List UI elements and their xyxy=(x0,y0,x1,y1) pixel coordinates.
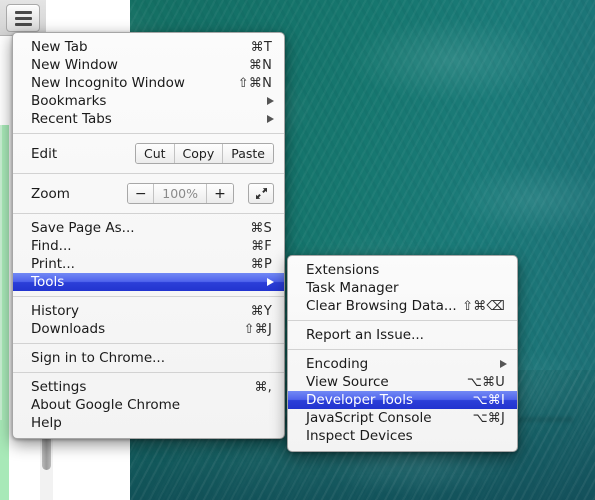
menu-item-sign-in-to-chrome[interactable]: Sign in to Chrome... xyxy=(13,349,284,367)
menu-separator xyxy=(13,133,284,134)
page-green-accent-strip xyxy=(0,125,9,420)
chrome-menu-button[interactable] xyxy=(6,4,40,32)
menu-item-label: Print... xyxy=(31,256,75,272)
submenu-item-view-source[interactable]: View Source ⌥⌘U xyxy=(288,373,517,391)
menu-item-label: Encoding xyxy=(306,356,369,372)
menu-item-label: JavaScript Console xyxy=(306,410,432,426)
zoom-level-value: 100% xyxy=(154,184,207,203)
menu-item-shortcut: ⌘P xyxy=(250,256,272,272)
menu-item-new-tab[interactable]: New Tab ⌘T xyxy=(13,38,284,56)
fullscreen-button[interactable] xyxy=(248,183,274,204)
page-green-accent-strip-lower xyxy=(0,420,9,500)
menu-item-settings[interactable]: Settings ⌘, xyxy=(13,378,284,396)
menu-separator xyxy=(13,296,284,297)
menu-item-new-window[interactable]: New Window ⌘N xyxy=(13,56,284,74)
menu-item-label: Task Manager xyxy=(306,280,399,296)
menu-item-label: New Window xyxy=(31,57,118,73)
submenu-item-clear-browsing-data[interactable]: Clear Browsing Data... ⇧⌘⌫ xyxy=(288,297,517,315)
menu-item-shortcut: ⇧⌘J xyxy=(243,321,272,337)
menu-item-shortcut: ⌘T xyxy=(250,39,272,55)
menu-item-shortcut: ⌘S xyxy=(250,220,272,236)
submenu-item-javascript-console[interactable]: JavaScript Console ⌥⌘J xyxy=(288,409,517,427)
chevron-right-icon xyxy=(267,97,274,105)
hamburger-icon-bar-3 xyxy=(14,22,32,26)
menu-item-label: Bookmarks xyxy=(31,93,107,109)
menu-item-label: Recent Tabs xyxy=(31,111,112,127)
menu-item-print[interactable]: Print... ⌘P xyxy=(13,255,284,273)
menu-item-shortcut: ⌘Y xyxy=(250,303,272,319)
menu-item-shortcut: ⌥⌘I xyxy=(472,392,505,408)
menu-separator xyxy=(13,173,284,174)
menu-item-help[interactable]: Help xyxy=(13,414,284,432)
zoom-in-button[interactable]: + xyxy=(207,184,233,203)
menu-item-recent-tabs[interactable]: Recent Tabs xyxy=(13,110,284,128)
menu-item-downloads[interactable]: Downloads ⇧⌘J xyxy=(13,320,284,338)
copy-button[interactable]: Copy xyxy=(174,144,224,163)
submenu-item-report-an-issue[interactable]: Report an Issue... xyxy=(288,326,517,344)
menu-item-label: Edit xyxy=(31,145,58,162)
menu-item-find[interactable]: Find... ⌘F xyxy=(13,237,284,255)
submenu-item-extensions[interactable]: Extensions xyxy=(288,261,517,279)
chevron-right-icon xyxy=(500,360,507,368)
menu-item-shortcut: ⇧⌘⌫ xyxy=(462,298,505,314)
zoom-out-button[interactable]: − xyxy=(128,184,155,203)
menu-item-shortcut: ⌥⌘U xyxy=(466,374,505,390)
submenu-item-developer-tools[interactable]: Developer Tools ⌥⌘I xyxy=(288,391,517,409)
menu-item-label: Sign in to Chrome... xyxy=(31,350,166,366)
menu-separator xyxy=(13,213,284,214)
menu-item-tools[interactable]: Tools xyxy=(13,273,284,291)
menu-item-label: New Tab xyxy=(31,39,88,55)
menu-item-shortcut: ⌘, xyxy=(254,379,272,395)
chevron-right-icon xyxy=(267,115,274,123)
menu-item-label: Report an Issue... xyxy=(306,327,424,343)
menu-item-label: Inspect Devices xyxy=(306,428,413,444)
fullscreen-arrows-icon xyxy=(255,188,267,199)
menu-item-label: Tools xyxy=(31,274,65,290)
menu-item-label: Help xyxy=(31,415,62,431)
menu-item-about-google-chrome[interactable]: About Google Chrome xyxy=(13,396,284,414)
menu-item-label: Find... xyxy=(31,238,72,254)
menu-item-edit: Edit Cut Copy Paste xyxy=(13,139,284,168)
menu-item-bookmarks[interactable]: Bookmarks xyxy=(13,92,284,110)
menu-item-label: Downloads xyxy=(31,321,106,337)
menu-item-new-incognito-window[interactable]: New Incognito Window ⇧⌘N xyxy=(13,74,284,92)
submenu-item-encoding[interactable]: Encoding xyxy=(288,355,517,373)
menu-item-label: History xyxy=(31,303,80,319)
submenu-item-task-manager[interactable]: Task Manager xyxy=(288,279,517,297)
edit-button-group: Cut Copy Paste xyxy=(134,143,274,164)
menu-item-shortcut: ⌥⌘J xyxy=(472,410,505,426)
zoom-control-group: − 100% + xyxy=(127,183,234,204)
menu-item-shortcut: ⇧⌘N xyxy=(237,75,272,91)
menu-item-history[interactable]: History ⌘Y xyxy=(13,302,284,320)
tools-submenu: Extensions Task Manager Clear Browsing D… xyxy=(287,255,518,452)
menu-item-label: Zoom xyxy=(31,185,70,202)
menu-item-shortcut: ⌘F xyxy=(251,238,272,254)
menu-item-label: New Incognito Window xyxy=(31,75,185,91)
menu-item-label: View Source xyxy=(306,374,389,390)
menu-item-label: Save Page As... xyxy=(31,220,135,236)
menu-item-label: About Google Chrome xyxy=(31,397,181,413)
menu-item-label: Developer Tools xyxy=(306,392,413,408)
hamburger-icon-bar-2 xyxy=(14,16,32,20)
chevron-right-icon xyxy=(267,278,274,286)
paste-button[interactable]: Paste xyxy=(223,144,273,163)
cut-button[interactable]: Cut xyxy=(135,144,175,163)
menu-separator xyxy=(13,343,284,344)
menu-separator xyxy=(288,349,517,350)
submenu-item-inspect-devices[interactable]: Inspect Devices xyxy=(288,427,517,445)
menu-item-zoom: Zoom − 100% + xyxy=(13,179,284,208)
menu-separator xyxy=(13,372,284,373)
menu-item-save-page-as[interactable]: Save Page As... ⌘S xyxy=(13,219,284,237)
hamburger-icon-bar-1 xyxy=(14,10,32,14)
menu-item-shortcut: ⌘N xyxy=(248,57,272,73)
menu-item-label: Settings xyxy=(31,379,87,395)
chrome-main-menu: New Tab ⌘T New Window ⌘N New Incognito W… xyxy=(12,32,285,439)
menu-item-label: Extensions xyxy=(306,262,380,278)
menu-separator xyxy=(288,320,517,321)
menu-item-label: Clear Browsing Data... xyxy=(306,298,457,314)
